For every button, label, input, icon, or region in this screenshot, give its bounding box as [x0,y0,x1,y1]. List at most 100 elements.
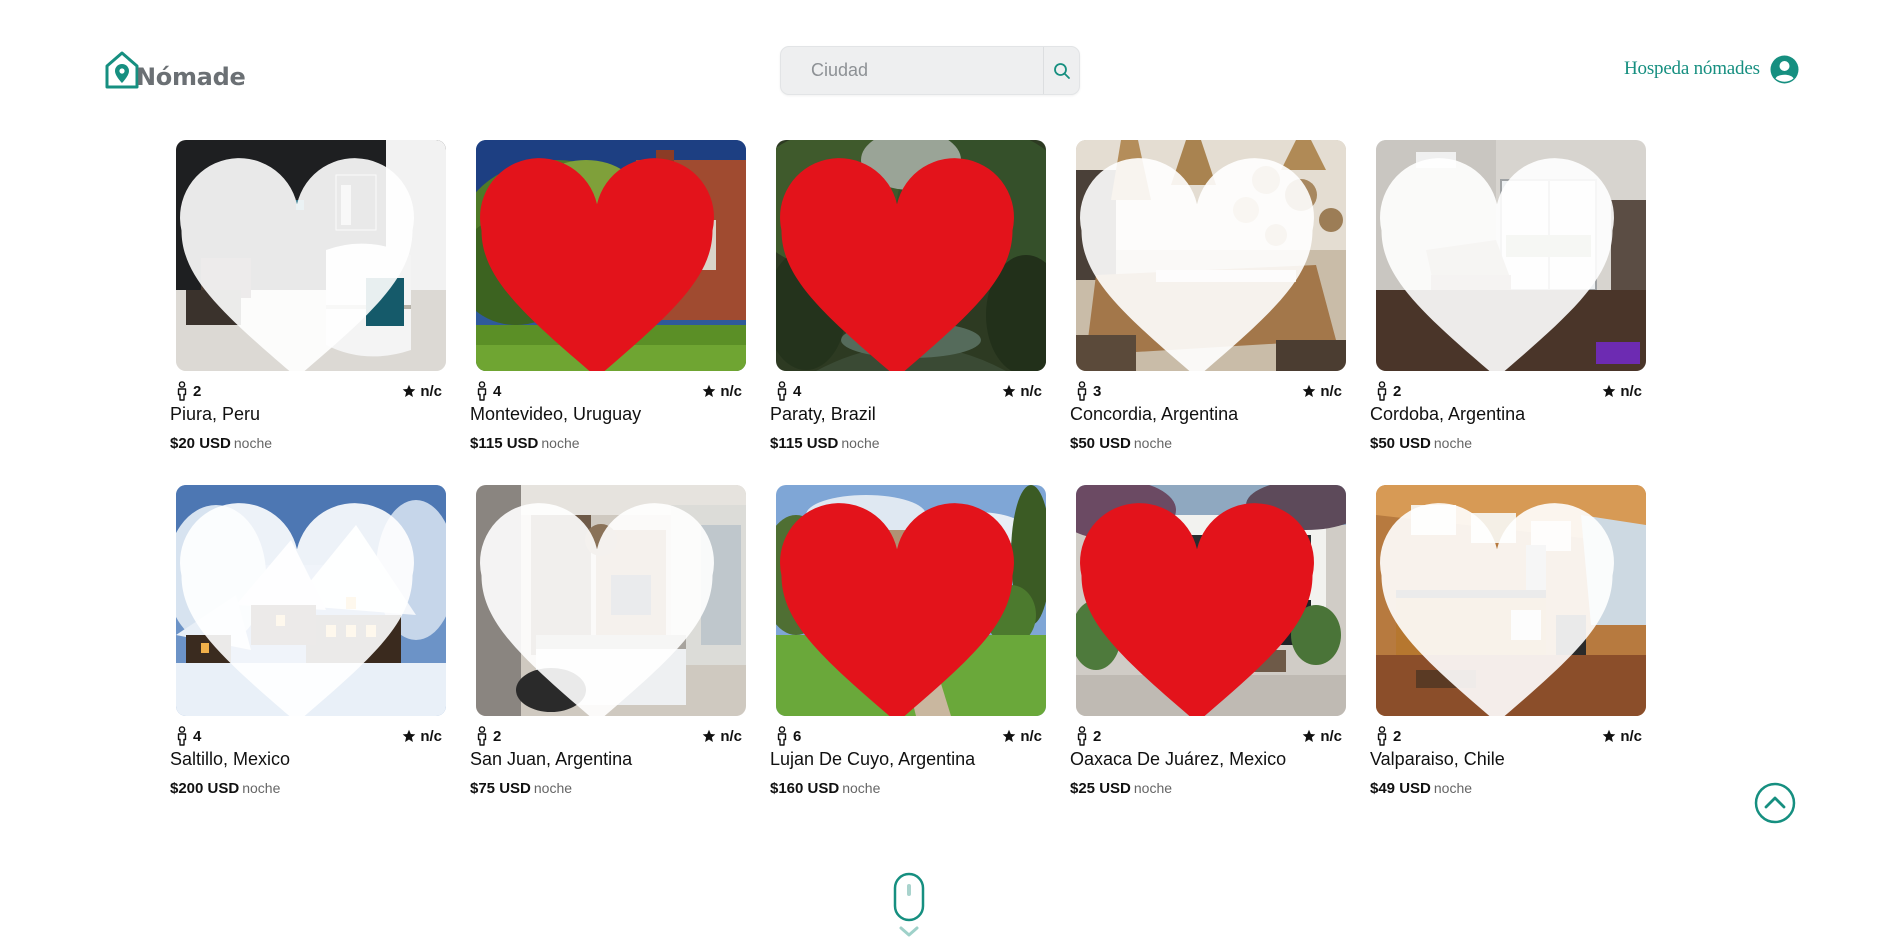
chevron-up-circle-icon [1754,782,1796,824]
logo[interactable]: Nómade [104,46,246,91]
person-icon [1377,726,1387,746]
rating: n/c [1002,383,1046,400]
listing-photo[interactable] [776,485,1046,716]
house-pin-icon [105,51,139,89]
rating: n/c [402,383,446,400]
listing-photo[interactable] [476,485,746,716]
rating: n/c [402,728,446,745]
star-icon [403,384,416,397]
user-account-button[interactable] [1770,55,1799,84]
listing-price: $50 USD noche [1070,435,1173,452]
listing-card[interactable]: 2 n/c Oaxaca De Juárez, Mexico $25 USD no… [1070,485,1360,805]
rating: n/c [1602,383,1646,400]
person-icon [777,381,787,401]
guest-count: 6 [776,726,801,746]
rating: n/c [1302,383,1346,400]
listing-card[interactable]: 6 n/c Lujan De Cuyo, Argentina $160 USD n… [770,485,1060,805]
search-icon [1053,62,1070,79]
host-nomads-link[interactable]: Hospeda nómades [1624,58,1760,80]
listing-price: $115 USD noche [770,435,880,452]
listing-card[interactable]: 4 n/c Paraty, Brazil $115 USD noche [770,140,1060,460]
guest-count: 2 [1076,726,1101,746]
listing-meta: 2 n/c [1076,725,1346,747]
guest-count: 3 [1076,381,1101,401]
listing-price: $200 USD noche [170,780,281,797]
listing-meta: 3 n/c [1076,380,1346,402]
listing-price: $75 USD noche [470,780,573,797]
listing-photo[interactable] [1376,140,1646,371]
person-icon [177,726,187,746]
listing-city[interactable]: Montevideo, Uruguay [470,404,641,425]
guest-count: 4 [776,381,801,401]
search-bar [780,46,1080,95]
listing-meta: 2 n/c [476,725,746,747]
listing-price: $160 USD noche [770,780,881,797]
listing-meta: 6 n/c [776,725,1046,747]
guest-count: 4 [476,381,501,401]
listing-meta: 4 n/c [776,380,1046,402]
listing-city[interactable]: Lujan De Cuyo, Argentina [770,749,975,770]
heart-icon[interactable] [476,502,732,716]
listing-card[interactable]: 4 n/c Saltillo, Mexico $200 USD noche [170,485,460,805]
listing-meta: 2 n/c [1376,380,1646,402]
heart-icon[interactable] [776,502,1032,716]
star-icon [703,384,716,397]
back-to-top-button[interactable] [1754,782,1796,824]
star-icon [1603,384,1616,397]
heart-icon[interactable] [176,157,432,371]
person-icon [477,381,487,401]
user-circle-icon [1770,55,1799,84]
listing-photo[interactable] [176,485,446,716]
listing-city[interactable]: Oaxaca De Juárez, Mexico [1070,749,1286,770]
listing-city[interactable]: Paraty, Brazil [770,404,876,425]
heart-icon[interactable] [1076,502,1332,716]
person-icon [777,726,787,746]
listing-photo[interactable] [476,140,746,371]
heart-icon[interactable] [1076,157,1332,371]
logo-text: Nómade [136,63,246,91]
listing-card[interactable]: 2 n/c Cordoba, Argentina $50 USD noche [1370,140,1660,460]
guest-count: 2 [1376,726,1401,746]
star-icon [1003,384,1016,397]
rating: n/c [702,728,746,745]
listing-card[interactable]: 2 n/c Piura, Peru $20 USD noche [170,140,460,460]
scroll-down-indicator [893,872,925,937]
listing-photo[interactable] [776,140,1046,371]
search-input[interactable] [781,47,1043,94]
listing-price: $115 USD noche [470,435,580,452]
rating: n/c [1002,728,1046,745]
guest-count: 4 [176,726,201,746]
search-button[interactable] [1043,47,1079,94]
rating: n/c [702,383,746,400]
listing-photo[interactable] [1376,485,1646,716]
listing-photo[interactable] [1076,485,1346,716]
heart-icon[interactable] [176,502,432,716]
listing-meta: 2 n/c [1376,725,1646,747]
heart-icon[interactable] [1376,157,1632,371]
person-icon [477,726,487,746]
listing-photo[interactable] [176,140,446,371]
person-icon [1377,381,1387,401]
guest-count: 2 [176,381,201,401]
listing-card[interactable]: 4 n/c Montevideo, Uruguay $115 USD noche [470,140,760,460]
heart-icon[interactable] [776,157,1032,371]
heart-icon[interactable] [476,157,732,371]
listing-city[interactable]: Piura, Peru [170,404,260,425]
listing-city[interactable]: Concordia, Argentina [1070,404,1238,425]
listing-photo[interactable] [1076,140,1346,371]
listing-card[interactable]: 2 n/c Valparaiso, Chile $49 USD noche [1370,485,1660,805]
listing-price: $25 USD noche [1070,780,1173,797]
heart-icon[interactable] [1376,502,1632,716]
star-icon [1603,729,1616,742]
person-icon [1077,381,1087,401]
listing-city[interactable]: Cordoba, Argentina [1370,404,1525,425]
listing-city[interactable]: San Juan, Argentina [470,749,632,770]
listing-meta: 4 n/c [176,725,446,747]
listing-city[interactable]: Saltillo, Mexico [170,749,290,770]
listing-card[interactable]: 2 n/c San Juan, Argentina $75 USD noche [470,485,760,805]
star-icon [1303,729,1316,742]
star-icon [1303,384,1316,397]
listing-city[interactable]: Valparaiso, Chile [1370,749,1505,770]
listing-card[interactable]: 3 n/c Concordia, Argentina $50 USD noche [1070,140,1360,460]
person-icon [177,381,187,401]
